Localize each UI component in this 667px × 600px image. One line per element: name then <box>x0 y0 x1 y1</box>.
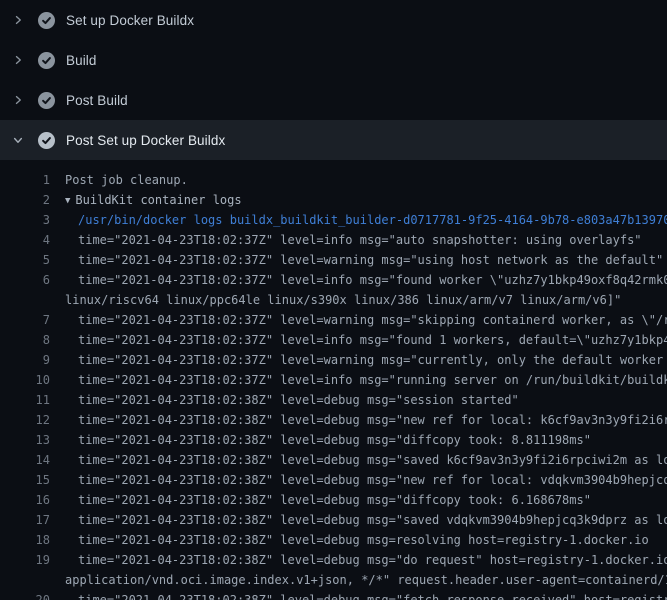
log-text: time="2021-04-23T18:02:37Z" level=info m… <box>78 370 667 390</box>
log-text: time="2021-04-23T18:02:38Z" level=debug … <box>78 490 591 510</box>
log-row: 20 time="2021-04-23T18:02:38Z" level=debu… <box>0 590 667 600</box>
line-number[interactable]: 4 <box>0 230 50 250</box>
log-row: 10 time="2021-04-23T18:02:37Z" level=info… <box>0 370 667 390</box>
line-number[interactable]: 7 <box>0 310 50 330</box>
log-text: time="2021-04-23T18:02:37Z" level=warnin… <box>78 350 667 370</box>
chevron-down-icon <box>10 132 26 148</box>
line-number[interactable]: 16 <box>0 490 50 510</box>
line-number[interactable]: 14 <box>0 450 50 470</box>
line-number[interactable]: 13 <box>0 430 50 450</box>
log-row: 19 time="2021-04-23T18:02:38Z" level=debu… <box>0 550 667 570</box>
log-text: time="2021-04-23T18:02:37Z" level=info m… <box>78 330 667 350</box>
log-text: time="2021-04-23T18:02:38Z" level=debug … <box>78 590 667 600</box>
log-text: Post job cleanup. <box>65 170 188 190</box>
log-row: 3/usr/bin/docker logs buildx_buildkit_bu… <box>0 210 667 230</box>
check-circle-icon <box>38 92 55 109</box>
step-header-post-set-up-docker-buildx[interactable]: Post Set up Docker Buildx <box>0 120 667 160</box>
line-number[interactable]: 1 <box>0 170 50 190</box>
step-label: Build <box>66 53 97 68</box>
line-number[interactable]: 10 <box>0 370 50 390</box>
triangle-down-icon: ▼ <box>65 191 70 211</box>
log-row: 4 time="2021-04-23T18:02:37Z" level=info … <box>0 230 667 250</box>
line-number[interactable]: 15 <box>0 470 50 490</box>
log-row: 6 time="2021-04-23T18:02:37Z" level=info … <box>0 270 667 290</box>
line-number[interactable]: 12 <box>0 410 50 430</box>
log-row: application/vnd.oci.image.index.v1+json,… <box>0 570 667 590</box>
log-text: time="2021-04-23T18:02:38Z" level=debug … <box>78 410 667 430</box>
line-number[interactable]: 5 <box>0 250 50 270</box>
log-row: 17 time="2021-04-23T18:02:38Z" level=debu… <box>0 510 667 530</box>
log-row: 13 time="2021-04-23T18:02:38Z" level=debu… <box>0 430 667 450</box>
log-row: 7 time="2021-04-23T18:02:37Z" level=warni… <box>0 310 667 330</box>
log-row: 11 time="2021-04-23T18:02:38Z" level=debu… <box>0 390 667 410</box>
line-number <box>0 290 50 310</box>
log-text: time="2021-04-23T18:02:38Z" level=debug … <box>78 550 667 570</box>
line-number[interactable]: 9 <box>0 350 50 370</box>
line-number[interactable]: 20 <box>0 590 50 600</box>
log-text: time="2021-04-23T18:02:37Z" level=warnin… <box>78 310 667 330</box>
line-number[interactable]: 19 <box>0 550 50 570</box>
step-label: Post Build <box>66 93 128 108</box>
line-number[interactable]: 17 <box>0 510 50 530</box>
log-text: time="2021-04-23T18:02:38Z" level=debug … <box>78 510 667 530</box>
line-number[interactable]: 8 <box>0 330 50 350</box>
line-number[interactable]: 18 <box>0 530 50 550</box>
step-header-post-build[interactable]: Post Build <box>0 80 667 120</box>
log-text: time="2021-04-23T18:02:38Z" level=debug … <box>78 530 649 550</box>
check-circle-icon <box>38 12 55 29</box>
group-title: BuildKit container logs <box>75 193 241 207</box>
log-row: 5 time="2021-04-23T18:02:37Z" level=warni… <box>0 250 667 270</box>
step-header-set-up-docker-buildx[interactable]: Set up Docker Buildx <box>0 0 667 40</box>
log-text: time="2021-04-23T18:02:37Z" level=info m… <box>78 270 667 290</box>
log-text: time="2021-04-23T18:02:38Z" level=debug … <box>78 390 519 410</box>
log-text: time="2021-04-23T18:02:38Z" level=debug … <box>78 450 667 470</box>
actions-log-viewer: Set up Docker Buildx Build Post Build Po… <box>0 0 667 600</box>
chevron-right-icon <box>10 92 26 108</box>
line-number[interactable]: 2 <box>0 190 50 210</box>
log-row: 16 time="2021-04-23T18:02:38Z" level=debu… <box>0 490 667 510</box>
log-text: linux/riscv64 linux/ppc64le linux/s390x … <box>65 290 621 310</box>
chevron-right-icon <box>10 12 26 28</box>
log-text: time="2021-04-23T18:02:37Z" level=info m… <box>78 230 642 250</box>
log-text: application/vnd.oci.image.index.v1+json,… <box>65 570 667 590</box>
log-row: 8 time="2021-04-23T18:02:37Z" level=info … <box>0 330 667 350</box>
log-row: 18 time="2021-04-23T18:02:38Z" level=debu… <box>0 530 667 550</box>
line-number[interactable]: 6 <box>0 270 50 290</box>
line-number <box>0 570 50 590</box>
command-text: /usr/bin/docker logs buildx_buildkit_bui… <box>78 210 667 230</box>
log-row: 15 time="2021-04-23T18:02:38Z" level=debu… <box>0 470 667 490</box>
log-text: time="2021-04-23T18:02:38Z" level=debug … <box>78 470 667 490</box>
log-group-toggle[interactable]: ▼ BuildKit container logs <box>65 190 242 210</box>
chevron-right-icon <box>10 52 26 68</box>
step-header-build[interactable]: Build <box>0 40 667 80</box>
log-row: 9 time="2021-04-23T18:02:37Z" level=warni… <box>0 350 667 370</box>
log-text: time="2021-04-23T18:02:37Z" level=warnin… <box>78 250 663 270</box>
log-row: 12 time="2021-04-23T18:02:38Z" level=debu… <box>0 410 667 430</box>
log-row: 14 time="2021-04-23T18:02:38Z" level=debu… <box>0 450 667 470</box>
steps-list: Set up Docker Buildx Build Post Build Po… <box>0 0 667 160</box>
log-area: 1 Post job cleanup. 2 ▼ BuildKit container l… <box>0 160 667 600</box>
log-row: 1 Post job cleanup. <box>0 170 667 190</box>
log-row: 2 ▼ BuildKit container logs <box>0 190 667 210</box>
line-number[interactable]: 11 <box>0 390 50 410</box>
step-label: Set up Docker Buildx <box>66 13 194 28</box>
log-row: linux/riscv64 linux/ppc64le linux/s390x … <box>0 290 667 310</box>
check-circle-icon <box>38 132 55 149</box>
step-label: Post Set up Docker Buildx <box>66 133 225 148</box>
log-text: time="2021-04-23T18:02:38Z" level=debug … <box>78 430 591 450</box>
check-circle-icon <box>38 52 55 69</box>
line-number[interactable]: 3 <box>0 210 50 230</box>
